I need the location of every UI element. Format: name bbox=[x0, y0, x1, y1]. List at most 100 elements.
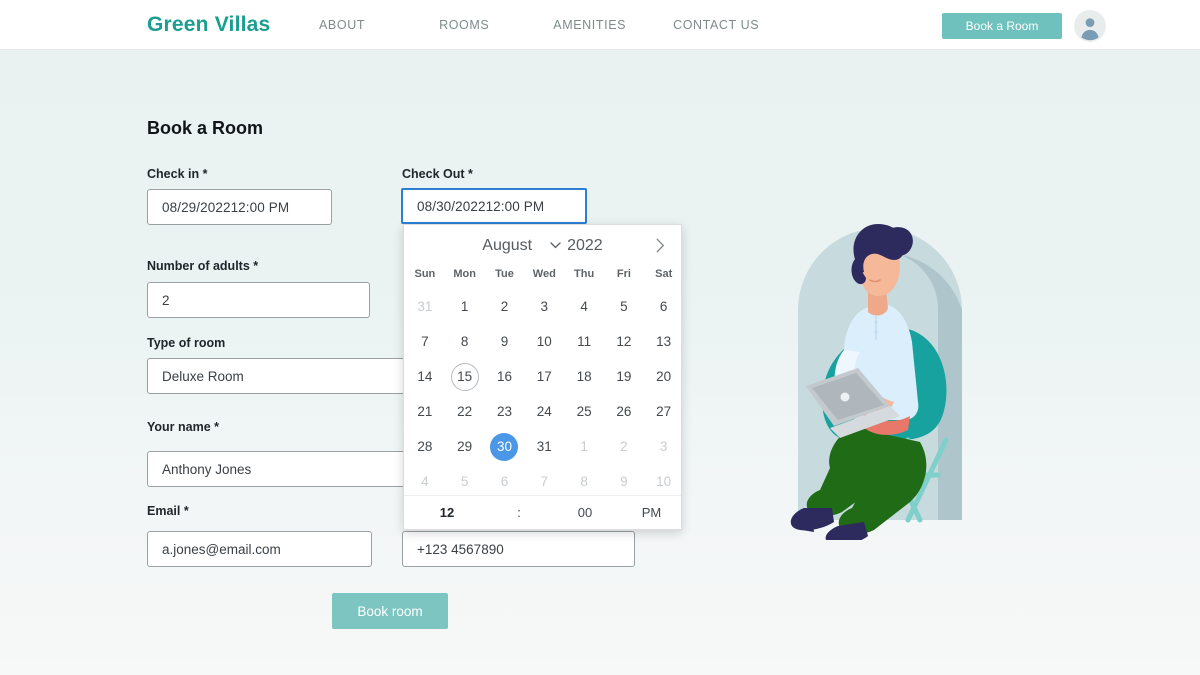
woman-sitting-in-chair-with-laptop-icon bbox=[790, 224, 962, 548]
book-room-submit-button[interactable]: Book room bbox=[332, 593, 448, 629]
calendar-day-17[interactable]: 17 bbox=[524, 359, 564, 394]
calendar-day-21[interactable]: 21 bbox=[405, 394, 445, 429]
calendar-day-30[interactable]: 30 bbox=[485, 429, 525, 464]
calendar-day-label: 17 bbox=[536, 369, 552, 384]
calendar-day-9: 9 bbox=[604, 464, 644, 499]
calendar-day-label: 29 bbox=[457, 439, 473, 454]
phone-input[interactable]: +123 4567890 bbox=[402, 531, 635, 567]
calendar-day-3[interactable]: 3 bbox=[524, 289, 564, 324]
calendar-day-label: 4 bbox=[421, 474, 429, 489]
calendar-day-4[interactable]: 4 bbox=[564, 289, 604, 324]
calendar-day-label: 4 bbox=[580, 299, 588, 314]
calendar-day-5: 5 bbox=[445, 464, 485, 499]
calendar-day-13[interactable]: 13 bbox=[644, 324, 684, 359]
chevron-right-icon[interactable] bbox=[649, 234, 671, 256]
user-avatar[interactable] bbox=[1074, 10, 1106, 42]
nav-item-about[interactable]: ABOUT bbox=[319, 18, 365, 32]
calendar-day-label: 25 bbox=[576, 404, 592, 419]
calendar-day-28[interactable]: 28 bbox=[405, 429, 445, 464]
calendar-day-14[interactable]: 14 bbox=[405, 359, 445, 394]
calendar-day-label: 10 bbox=[536, 334, 552, 349]
calendar-day-25[interactable]: 25 bbox=[564, 394, 604, 429]
calendar-day-9[interactable]: 9 bbox=[485, 324, 525, 359]
weekday-wed: Wed bbox=[532, 268, 556, 280]
date-picker-header: August 2022 bbox=[404, 225, 681, 259]
calendar-day-label: 6 bbox=[500, 474, 509, 489]
chevron-down-icon[interactable] bbox=[550, 241, 561, 252]
site-header: Green Villas ABOUT ROOMS AMENITIES CONTA… bbox=[0, 0, 1200, 50]
calendar-day-3: 3 bbox=[644, 429, 684, 464]
calendar-day-label: 30 bbox=[490, 432, 519, 461]
calendar-day-label: 20 bbox=[656, 369, 672, 384]
calendar-day-8[interactable]: 8 bbox=[445, 324, 485, 359]
calendar-day-label: 5 bbox=[460, 474, 469, 489]
email-input[interactable]: a.jones@email.com bbox=[147, 531, 372, 567]
your-name-label: Your name * bbox=[147, 420, 220, 434]
date-picker-time-row: 12 : 00 PM bbox=[404, 495, 681, 529]
calendar-day-label: 13 bbox=[656, 334, 672, 349]
calendar-day-label: 7 bbox=[540, 474, 549, 489]
calendar-day-8: 8 bbox=[564, 464, 604, 499]
calendar-day-label: 10 bbox=[656, 474, 672, 489]
calendar-day-label: 23 bbox=[496, 404, 512, 419]
calendar-day-label: 27 bbox=[656, 404, 672, 419]
calendar-day-27[interactable]: 27 bbox=[644, 394, 684, 429]
hero-illustration bbox=[760, 190, 1060, 548]
time-meridiem[interactable]: PM bbox=[622, 505, 681, 520]
number-of-adults-input[interactable]: 2 bbox=[147, 282, 370, 318]
check-in-label: Check in * bbox=[147, 167, 208, 181]
calendar-day-6[interactable]: 6 bbox=[644, 289, 684, 324]
calendar-day-16[interactable]: 16 bbox=[485, 359, 525, 394]
calendar-day-label: 14 bbox=[417, 369, 433, 384]
calendar-day-5[interactable]: 5 bbox=[604, 289, 644, 324]
calendar-day-10[interactable]: 10 bbox=[524, 324, 564, 359]
check-out-time: 12:00 PM bbox=[485, 198, 545, 214]
check-out-label: Check Out * bbox=[402, 167, 473, 181]
calendar-day-31[interactable]: 31 bbox=[524, 429, 564, 464]
page-title: Book a Room bbox=[147, 118, 264, 138]
calendar-day-12[interactable]: 12 bbox=[604, 324, 644, 359]
calendar-day-label: 3 bbox=[659, 439, 668, 454]
calendar-day-20[interactable]: 20 bbox=[644, 359, 684, 394]
site-logo[interactable]: Green Villas bbox=[147, 13, 270, 37]
user-avatar-icon bbox=[1075, 11, 1105, 41]
calendar-day-19[interactable]: 19 bbox=[604, 359, 644, 394]
nav-item-contact-us[interactable]: CONTACT US bbox=[673, 18, 759, 32]
nav-item-amenities[interactable]: AMENITIES bbox=[553, 18, 626, 32]
time-hour[interactable]: 12 bbox=[404, 505, 490, 520]
nav-item-rooms[interactable]: ROOMS bbox=[439, 18, 489, 32]
date-picker-month[interactable]: August bbox=[482, 237, 532, 255]
calendar-day-7: 7 bbox=[524, 464, 564, 499]
calendar-day-26[interactable]: 26 bbox=[604, 394, 644, 429]
calendar-day-7[interactable]: 7 bbox=[405, 324, 445, 359]
calendar-day-label: 5 bbox=[620, 299, 628, 314]
calendar-day-2[interactable]: 2 bbox=[485, 289, 525, 324]
calendar-day-4: 4 bbox=[405, 464, 445, 499]
calendar-day-15[interactable]: 15 bbox=[445, 359, 485, 394]
check-in-input[interactable]: 08/29/2022 12:00 PM bbox=[147, 189, 332, 225]
weekday-tue: Tue bbox=[495, 268, 514, 280]
calendar-day-label: 6 bbox=[659, 299, 668, 314]
calendar-day-label: 9 bbox=[500, 334, 509, 349]
calendar-day-18[interactable]: 18 bbox=[564, 359, 604, 394]
calendar-day-label: 21 bbox=[417, 404, 433, 419]
email-label: Email * bbox=[147, 504, 189, 518]
calendar-day-29[interactable]: 29 bbox=[445, 429, 485, 464]
date-picker-day-grid: 31 1 2 3 4 5 6 7 8 9 10 11 12 13 14 15 16 17 18 19 20 21 22 23 2… bbox=[404, 285, 681, 499]
weekday-sun: Sun bbox=[414, 268, 436, 280]
calendar-day-2: 2 bbox=[604, 429, 644, 464]
time-separator: : bbox=[517, 505, 521, 520]
weekday-thu: Thu bbox=[574, 268, 595, 280]
date-picker-year[interactable]: 2022 bbox=[567, 237, 603, 255]
calendar-day-23[interactable]: 23 bbox=[485, 394, 525, 429]
calendar-day-1[interactable]: 1 bbox=[445, 289, 485, 324]
date-picker-weekday-row: Sun Mon Tue Wed Thu Fri Sat bbox=[404, 259, 681, 285]
calendar-day-11[interactable]: 11 bbox=[564, 324, 604, 359]
time-minute[interactable]: 00 bbox=[548, 505, 622, 520]
calendar-day-22[interactable]: 22 bbox=[445, 394, 485, 429]
header-book-a-room-button[interactable]: Book a Room bbox=[942, 13, 1062, 39]
calendar-day-label: 31 bbox=[536, 439, 552, 454]
check-in-time: 12:00 PM bbox=[230, 199, 290, 215]
check-out-input[interactable]: 08/30/2022 12:00 PM bbox=[401, 188, 587, 224]
calendar-day-24[interactable]: 24 bbox=[524, 394, 564, 429]
